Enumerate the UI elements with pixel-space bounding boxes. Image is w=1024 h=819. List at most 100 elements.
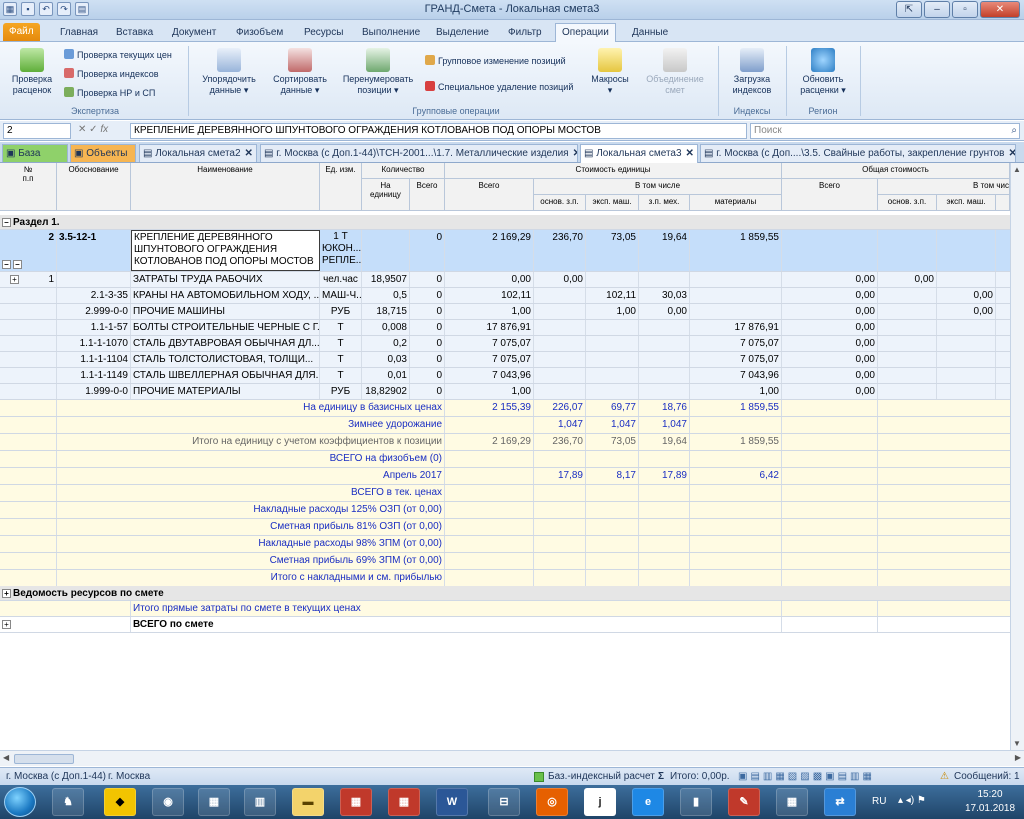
- doc-tab-metal-products[interactable]: ▤ г. Москва (с Доп.1-44)\ТСН-2001...\1.7…: [260, 144, 578, 162]
- chrome-icon[interactable]: ◉: [152, 788, 184, 816]
- close-tab-icon[interactable]: ✕: [1008, 148, 1015, 159]
- col-header-name[interactable]: Наименование: [131, 163, 320, 211]
- collapse-icon[interactable]: –: [13, 259, 22, 269]
- merge-estimates-button[interactable]: Объединение смет: [640, 48, 710, 96]
- maximize-button[interactable]: ▫: [952, 1, 978, 18]
- position-row[interactable]: 2 – – 3.5-12-1 КРЕПЛЕНИЕ ДЕРЕВЯННОГО ШПУН…: [0, 230, 1010, 272]
- col-header-ozp[interactable]: основ. з.п.: [534, 195, 586, 211]
- summary-row[interactable]: Сметная прибыль 81% ОЗП (от 0,00): [0, 519, 1010, 536]
- direct-costs-row[interactable]: Итого прямые затраты по смете в текущих …: [0, 601, 1010, 617]
- section-row[interactable]: – Раздел 1.: [0, 215, 1010, 230]
- tab-filter[interactable]: Фильтр: [502, 24, 548, 41]
- load-indexes-button[interactable]: Загрузка индексов: [724, 48, 780, 96]
- scroll-down-icon[interactable]: ▼: [1013, 739, 1021, 748]
- tab-selection[interactable]: Выделение: [430, 24, 495, 41]
- update-prices-button[interactable]: Обновить расценки ▾: [792, 48, 854, 96]
- summary-row[interactable]: Зимнее удорожание 1,047 1,047 1,047: [0, 417, 1010, 434]
- close-tab-icon[interactable]: ✕: [573, 148, 577, 159]
- collapse-icon[interactable]: –: [2, 217, 11, 227]
- taskbar-app-icon[interactable]: ▮: [680, 788, 712, 816]
- scroll-right-icon[interactable]: ▶: [1015, 753, 1021, 762]
- scroll-thumb[interactable]: [14, 754, 74, 764]
- grand-smeta-icon[interactable]: ▦: [388, 788, 420, 816]
- tray-icons[interactable]: ▴ ◂) ⚑: [898, 795, 926, 806]
- folder-icon[interactable]: ▬: [292, 788, 324, 816]
- summary-row[interactable]: Накладные расходы 98% ЗПМ (от 0,00): [0, 536, 1010, 553]
- col-header-zpm[interactable]: з.п. мех.: [639, 195, 690, 211]
- calculator-icon[interactable]: ▦: [776, 788, 808, 816]
- internet-explorer-icon[interactable]: e: [632, 788, 664, 816]
- col-header-mat[interactable]: материалы: [690, 195, 782, 211]
- tab-execution[interactable]: Выполнение: [356, 24, 426, 41]
- taskbar-batman-icon[interactable]: ◆: [104, 788, 136, 816]
- tab-document[interactable]: Документ: [166, 24, 222, 41]
- taskbar-app-icon[interactable]: ▦: [198, 788, 230, 816]
- taskbar-app-icon[interactable]: j: [584, 788, 616, 816]
- minimize-button[interactable]: –: [924, 1, 950, 18]
- start-button[interactable]: [4, 787, 36, 817]
- cancel-icon[interactable]: ✕: [78, 124, 86, 135]
- resource-row[interactable]: 1.1-1-1104 СТАЛЬ ТОЛСТОЛИСТОВАЯ, ТОЛЩИ...…: [0, 352, 1010, 368]
- col-header-num[interactable]: № п.п: [0, 163, 57, 211]
- teamviewer-icon[interactable]: ⇄: [824, 788, 856, 816]
- macros-button[interactable]: Макросы ▾: [588, 48, 632, 96]
- search-icon[interactable]: ⌕: [1011, 124, 1017, 138]
- tab-data[interactable]: Данные: [626, 24, 674, 41]
- tab-file[interactable]: Файл: [3, 23, 40, 41]
- check-nr-sp-button[interactable]: Проверка НР и СП: [64, 86, 155, 100]
- resource-row[interactable]: 2.999-0-0 ПРОЧИЕ МАШИНЫ РУБ 18,715 0 1,00 1,00…: [0, 304, 1010, 320]
- restore-ribbon-icon[interactable]: ⇱: [896, 1, 922, 18]
- order-data-button[interactable]: Упорядочить данные ▾: [196, 48, 262, 96]
- confirm-icon[interactable]: ✓: [89, 124, 97, 135]
- clock-date[interactable]: 17.01.2018: [960, 803, 1020, 814]
- col-header-em[interactable]: эксп. маш.: [586, 195, 639, 211]
- horizontal-scrollbar[interactable]: ◀ ▶: [0, 750, 1024, 766]
- resource-row[interactable]: 1.1-1-57 БОЛТЫ СТРОИТЕЛЬНЫЕ ЧЕРНЫЕ С Г...…: [0, 320, 1010, 336]
- taskbar-app-icon[interactable]: ▥: [244, 788, 276, 816]
- summary-row[interactable]: На единицу в базисных ценах 2 155,39 226,0…: [0, 400, 1010, 417]
- doc-tab-estimate3[interactable]: ▤ Локальная смета3 ✕: [580, 144, 698, 163]
- special-delete-button[interactable]: Специальное удаление позиций: [425, 80, 573, 94]
- status-calc-mode[interactable]: Баз.-индексный расчет: [548, 768, 655, 785]
- col-header-em2[interactable]: эксп. маш.: [937, 195, 996, 211]
- doc-tab-estimate2[interactable]: ▤ Локальная смета2 ✕: [139, 144, 257, 162]
- resource-row[interactable]: 1 ЗАТРАТЫ ТРУДА РАБОЧИХ чел.час 18,9507 0 0,0…: [0, 272, 1010, 288]
- check-current-prices-button[interactable]: Проверка текущих цен: [64, 48, 172, 62]
- summary-row[interactable]: Сметная прибыль 69% ЗПМ (от 0,00): [0, 553, 1010, 570]
- cell-reference-input[interactable]: 2: [3, 123, 71, 139]
- function-icon[interactable]: fx: [100, 124, 108, 135]
- close-tab-icon[interactable]: ✕: [686, 148, 694, 159]
- doc-tab-pile-works[interactable]: ▤ г. Москва (с Доп....\3.5. Свайные рабо…: [700, 144, 1016, 162]
- group-change-button[interactable]: Групповое изменение позиций: [425, 54, 566, 68]
- vertical-scrollbar[interactable]: ▲ ▼: [1010, 163, 1024, 750]
- status-messages[interactable]: Сообщений: 1: [954, 768, 1020, 785]
- col-header-total[interactable]: Всего: [445, 179, 534, 211]
- position-name[interactable]: КРЕПЛЕНИЕ ДЕРЕВЯННОГО ШПУНТОВОГО ОГРАЖДЕ…: [131, 230, 320, 271]
- status-total[interactable]: Итого: 0,00р.: [670, 768, 730, 785]
- close-tab-icon[interactable]: ✕: [245, 148, 253, 159]
- col-header-unit[interactable]: Ед. изм.: [320, 163, 362, 211]
- pdf-icon[interactable]: ✎: [728, 788, 760, 816]
- renumber-button[interactable]: Перенумеровать позиции ▾: [338, 48, 418, 96]
- col-header-qty-total[interactable]: Всего: [410, 179, 445, 211]
- taskbar-app-icon[interactable]: ⊟: [488, 788, 520, 816]
- sort-data-button[interactable]: Сортировать данные ▾: [268, 48, 332, 96]
- tab-home[interactable]: Главная: [54, 24, 104, 41]
- tab-insert[interactable]: Вставка: [110, 24, 159, 41]
- resource-row[interactable]: 1.1-1-1070 СТАЛЬ ДВУТАВРОВАЯ ОБЫЧНАЯ ДЛ..…: [0, 336, 1010, 352]
- search-input[interactable]: Поиск ⌕: [750, 123, 1020, 139]
- expand-icon[interactable]: +: [2, 619, 11, 629]
- summary-row[interactable]: ВСЕГО в тек. ценах: [0, 485, 1010, 502]
- tab-resources[interactable]: Ресурсы: [298, 24, 349, 41]
- summary-row[interactable]: Итого с накладными и см. прибылью: [0, 570, 1010, 587]
- col-header-more[interactable]: [996, 195, 1010, 211]
- close-button[interactable]: ✕: [980, 1, 1020, 18]
- resource-row[interactable]: 2.1-3-35 КРАНЫ НА АВТОМОБИЛЬНОМ ХОДУ, ...…: [0, 288, 1010, 304]
- doc-tab-objects[interactable]: ▣ Объекты: [70, 144, 136, 162]
- expand-icon[interactable]: +: [10, 275, 19, 284]
- grand-smeta-icon[interactable]: ▦: [340, 788, 372, 816]
- resource-row[interactable]: 1.999-0-0 ПРОЧИЕ МАТЕРИАЛЫ РУБ 18,82902 0 1,0…: [0, 384, 1010, 400]
- scroll-up-icon[interactable]: ▲: [1013, 165, 1021, 174]
- col-header-total2[interactable]: Всего: [782, 179, 878, 211]
- check-indexes-button[interactable]: Проверка индексов: [64, 67, 159, 81]
